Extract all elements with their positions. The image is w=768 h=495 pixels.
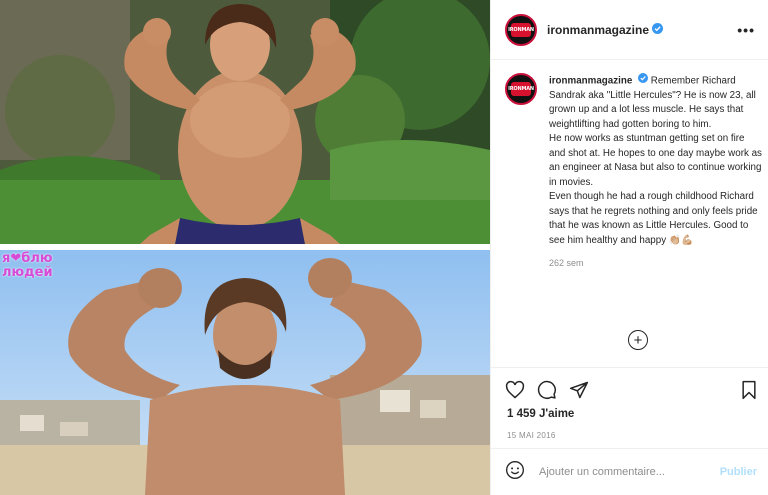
more-options-button[interactable]: •••: [737, 22, 755, 38]
emoji-icon[interactable]: [505, 460, 525, 485]
caption-username[interactable]: ironmanmagazine: [549, 75, 632, 86]
caption-timestamp: 262 sem: [549, 258, 584, 269]
watermark-line-2: людей: [2, 265, 53, 280]
caption-line-2: He now works as stuntman getting set on …: [549, 133, 762, 188]
plus-circle-icon: +: [633, 331, 643, 349]
publish-button[interactable]: Publier: [720, 466, 757, 478]
post-details-panel: IRONMAN ironmanmagazine ••• IRONMAN iron…: [490, 0, 768, 495]
caption-text: ironmanmagazine Remember Richard Sandrak…: [549, 73, 763, 248]
post-caption: IRONMAN ironmanmagazine Remember Richard…: [505, 73, 763, 268]
action-icons: [505, 380, 589, 405]
avatar[interactable]: IRONMAN: [505, 13, 537, 46]
caption-verified-badge-icon: [638, 73, 649, 89]
caption-avatar-logo: IRONMAN: [508, 82, 534, 96]
verified-badge-icon: [652, 21, 664, 39]
heart-icon[interactable]: [505, 380, 525, 405]
photo-adult-flexing: [0, 250, 490, 495]
bookmark-icon[interactable]: [739, 380, 759, 405]
photo-watermark: я❤блю людей: [2, 252, 53, 280]
avatar-logo: IRONMAN: [508, 22, 534, 37]
post-author-username[interactable]: ironmanmagazine: [547, 23, 649, 37]
photo-child-flexing: [0, 0, 490, 244]
post-date: 15 MAI 2016: [507, 431, 556, 440]
load-more-comments-button[interactable]: +: [628, 330, 648, 350]
post-media[interactable]: я❤блю людей: [0, 0, 490, 495]
likes-count[interactable]: 1 459 J'aime: [507, 408, 574, 420]
share-icon[interactable]: [569, 380, 589, 405]
post-header: IRONMAN ironmanmagazine •••: [491, 0, 768, 60]
watermark-line-1: я❤блю: [2, 251, 53, 266]
comment-icon[interactable]: [537, 380, 557, 405]
caption-avatar[interactable]: IRONMAN: [505, 73, 537, 105]
comment-input[interactable]: [539, 466, 709, 478]
add-comment-bar: Publier: [491, 448, 768, 495]
caption-line-3: Even though he had a rough childhood Ric…: [549, 191, 758, 246]
caption-paragraph-1: ironmanmagazine Remember Richard Sandrak…: [549, 73, 763, 132]
